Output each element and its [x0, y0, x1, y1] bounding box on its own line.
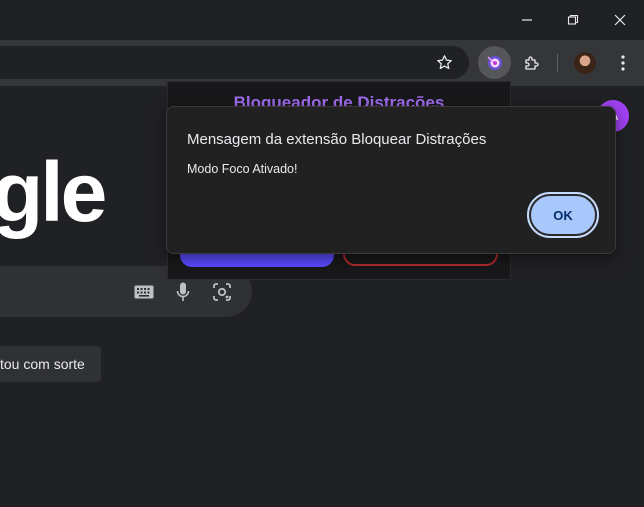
extension-bloqueador-button[interactable]	[478, 46, 511, 79]
alert-dialog: Mensagem da extensão Bloquear Distrações…	[166, 106, 616, 254]
extension-target-icon	[486, 55, 502, 70]
keyboard-icon	[134, 285, 154, 299]
ok-button[interactable]: OK	[527, 192, 599, 238]
restore-icon	[567, 14, 579, 25]
restore-button[interactable]	[550, 0, 596, 40]
feeling-lucky-button[interactable]: tou com sorte	[0, 346, 101, 382]
dialog-title: Mensagem da extensão Bloquear Distrações	[187, 131, 487, 148]
address-bar[interactable]	[0, 46, 469, 79]
extensions-button[interactable]	[515, 46, 548, 79]
profile-button[interactable]	[568, 46, 601, 79]
title-bar	[0, 0, 644, 40]
profile-avatar	[573, 51, 596, 74]
keyboard-button[interactable]	[131, 279, 157, 305]
bookmark-star-button[interactable]	[436, 54, 453, 76]
minimize-button[interactable]	[504, 0, 550, 40]
close-icon	[614, 14, 626, 26]
puzzle-icon	[524, 55, 539, 70]
chrome-menu-button[interactable]	[606, 46, 639, 79]
lens-icon	[213, 283, 231, 301]
lens-search-button[interactable]	[209, 279, 235, 305]
minimize-icon	[522, 19, 532, 21]
close-window-button[interactable]	[597, 0, 643, 40]
voice-search-button[interactable]	[170, 279, 196, 305]
kebab-menu-icon	[620, 54, 625, 71]
dialog-message: Modo Foco Ativado!	[187, 162, 298, 176]
microphone-icon	[176, 282, 190, 301]
feeling-lucky-label: tou com sorte	[0, 356, 85, 372]
star-icon	[437, 55, 452, 70]
google-logo: gle	[0, 145, 107, 239]
toolbar-divider	[557, 54, 558, 72]
